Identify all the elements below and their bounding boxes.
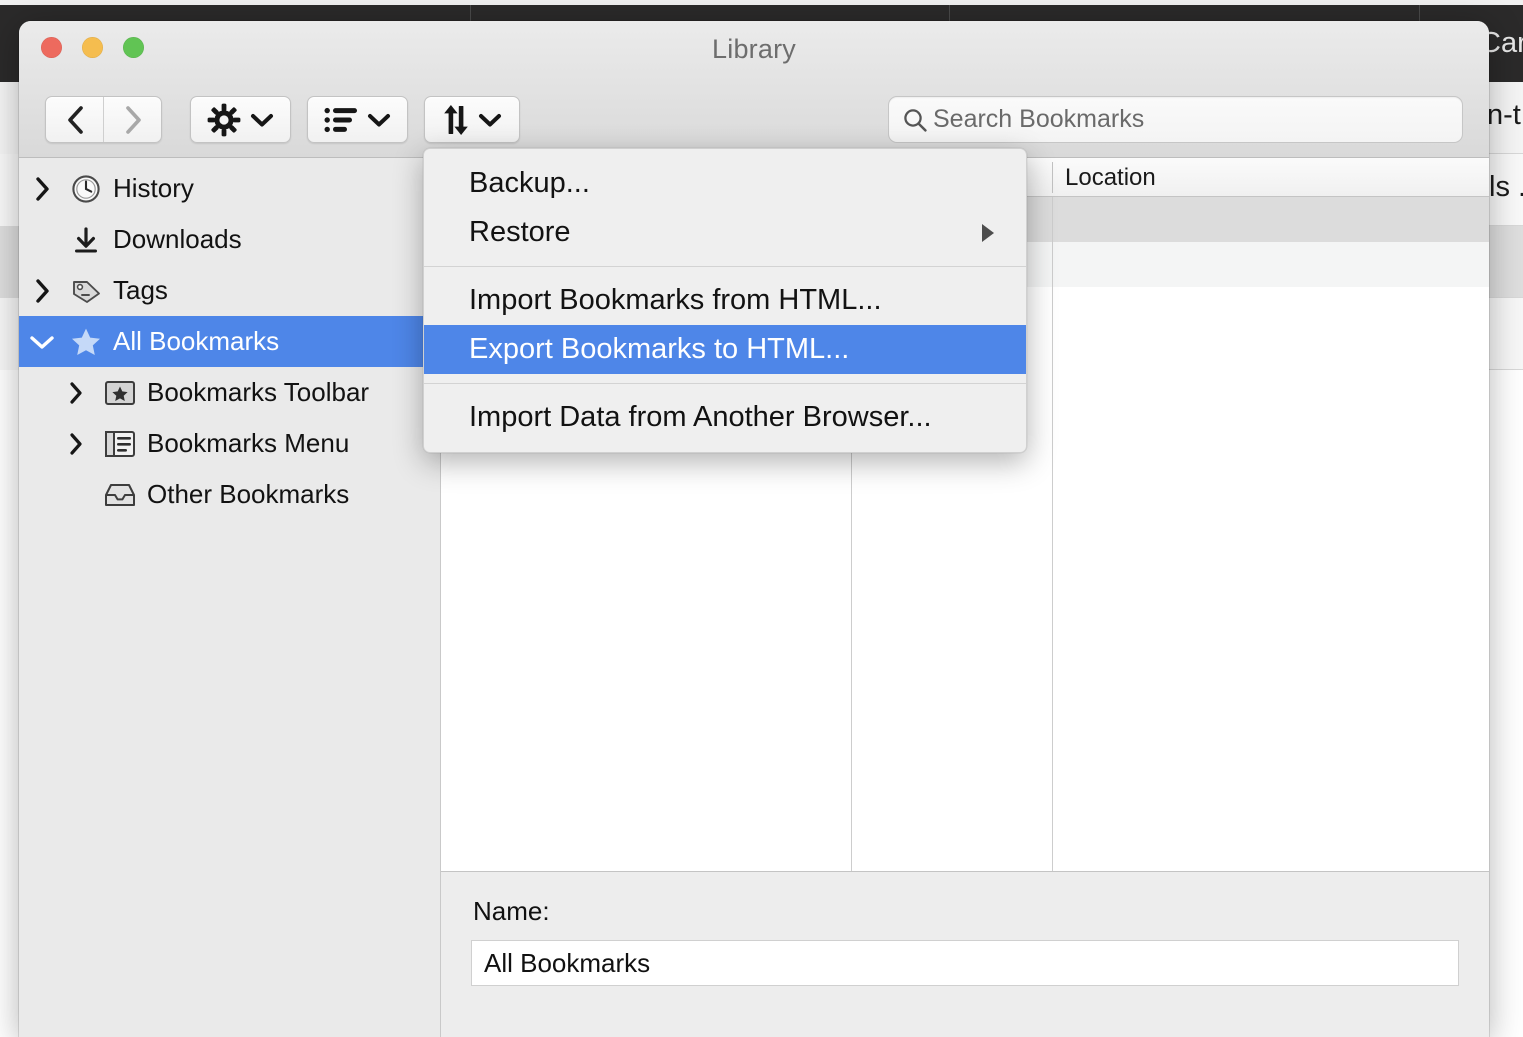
bookmark-editor-pane: Name: All Bookmarks bbox=[441, 871, 1489, 1037]
up-down-arrows-icon bbox=[444, 104, 468, 135]
menu-item-import-data-another-browser[interactable]: Import Data from Another Browser... bbox=[424, 393, 1026, 442]
window-toolbar: Search Bookmarks bbox=[19, 82, 1489, 158]
menu-item-label: Import Bookmarks from HTML... bbox=[469, 284, 882, 316]
background-text-fragment-1: n-t bbox=[1487, 99, 1521, 131]
inbox-tray-icon bbox=[99, 481, 141, 509]
menu-item-export-bookmarks-html[interactable]: Export Bookmarks to HTML... bbox=[424, 325, 1026, 374]
sidebar-item-label: All Bookmarks bbox=[113, 326, 280, 356]
sidebar-item-other-bookmarks[interactable]: Other Bookmarks bbox=[19, 469, 440, 520]
chevron-right-icon bbox=[125, 105, 141, 134]
sidebar-item-downloads[interactable]: Downloads bbox=[19, 214, 440, 265]
window-titlebar: Library bbox=[19, 21, 1489, 82]
background-top-line bbox=[0, 0, 1523, 5]
search-input[interactable]: Search Bookmarks bbox=[888, 96, 1463, 143]
sidebar-item-bookmarks-menu[interactable]: Bookmarks Menu bbox=[19, 418, 440, 469]
library-window: Library Search Bookmarks History Downloa… bbox=[19, 21, 1489, 1037]
search-icon bbox=[904, 108, 927, 132]
download-arrow-icon bbox=[65, 225, 107, 255]
name-label: Name: bbox=[473, 896, 550, 926]
list-view-icon bbox=[324, 107, 357, 132]
screen: Car n-t ls . Library Search Bookmarks Hi… bbox=[0, 0, 1523, 1037]
sidebar-item-bookmarks-toolbar[interactable]: Bookmarks Toolbar bbox=[19, 367, 440, 418]
sidebar-item-all-bookmarks[interactable]: All Bookmarks bbox=[19, 316, 440, 367]
twisty-collapsed-icon[interactable] bbox=[19, 278, 65, 304]
sidebar-item-label: Tags bbox=[113, 275, 168, 305]
tag-icon bbox=[65, 276, 107, 306]
menu-item-label: Import Data from Another Browser... bbox=[469, 401, 932, 433]
search-placeholder: Search Bookmarks bbox=[933, 105, 1145, 133]
chevron-down-icon bbox=[368, 113, 390, 126]
views-button[interactable] bbox=[307, 96, 408, 143]
twisty-collapsed-icon[interactable] bbox=[19, 176, 65, 202]
twisty-collapsed-icon[interactable] bbox=[53, 432, 99, 456]
sidebar-item-label: History bbox=[113, 173, 194, 203]
star-icon bbox=[65, 326, 107, 358]
import-export-menu: Backup... Restore Import Bookmarks from … bbox=[423, 148, 1027, 453]
menu-item-label: Export Bookmarks to HTML... bbox=[469, 333, 850, 365]
menu-item-import-bookmarks-html[interactable]: Import Bookmarks from HTML... bbox=[424, 276, 1026, 325]
sidebar-item-tags[interactable]: Tags bbox=[19, 265, 440, 316]
menu-item-label: Backup... bbox=[469, 167, 590, 199]
back-button[interactable] bbox=[46, 97, 103, 142]
column-divider-line bbox=[1052, 197, 1053, 951]
gear-icon bbox=[207, 103, 241, 136]
column-header-location[interactable]: Location bbox=[1052, 158, 1156, 197]
sidebar: History Downloads Tags All Bookmarks Boo… bbox=[19, 158, 441, 1037]
menu-item-label: Restore bbox=[469, 216, 571, 248]
twisty-expanded-icon[interactable] bbox=[19, 333, 65, 351]
menu-item-backup[interactable]: Backup... bbox=[424, 159, 1026, 208]
submenu-arrow-icon bbox=[978, 221, 998, 245]
menu-list-icon bbox=[99, 430, 141, 458]
sidebar-item-label: Bookmarks Toolbar bbox=[147, 377, 370, 407]
menu-separator bbox=[424, 383, 1026, 384]
sidebar-item-label: Other Bookmarks bbox=[147, 479, 350, 509]
sidebar-item-label: Downloads bbox=[113, 224, 242, 254]
toolbar-star-icon bbox=[99, 379, 141, 407]
window-title: Library bbox=[712, 34, 796, 64]
chevron-down-icon bbox=[251, 113, 273, 126]
menu-item-restore[interactable]: Restore bbox=[424, 208, 1026, 257]
clock-icon bbox=[65, 174, 107, 204]
sidebar-item-history[interactable]: History bbox=[19, 163, 440, 214]
menu-separator bbox=[424, 266, 1026, 267]
chevron-left-icon bbox=[67, 105, 83, 134]
import-export-button[interactable] bbox=[424, 96, 520, 143]
chevron-down-icon bbox=[479, 113, 501, 126]
name-field[interactable]: All Bookmarks bbox=[471, 940, 1459, 986]
navigation-segmented-control bbox=[45, 96, 162, 143]
background-text-fragment-2: ls . bbox=[1489, 171, 1523, 203]
sidebar-item-label: Bookmarks Menu bbox=[147, 428, 350, 458]
organize-button[interactable] bbox=[190, 96, 291, 143]
forward-button[interactable] bbox=[103, 97, 161, 142]
twisty-collapsed-icon[interactable] bbox=[53, 381, 99, 405]
